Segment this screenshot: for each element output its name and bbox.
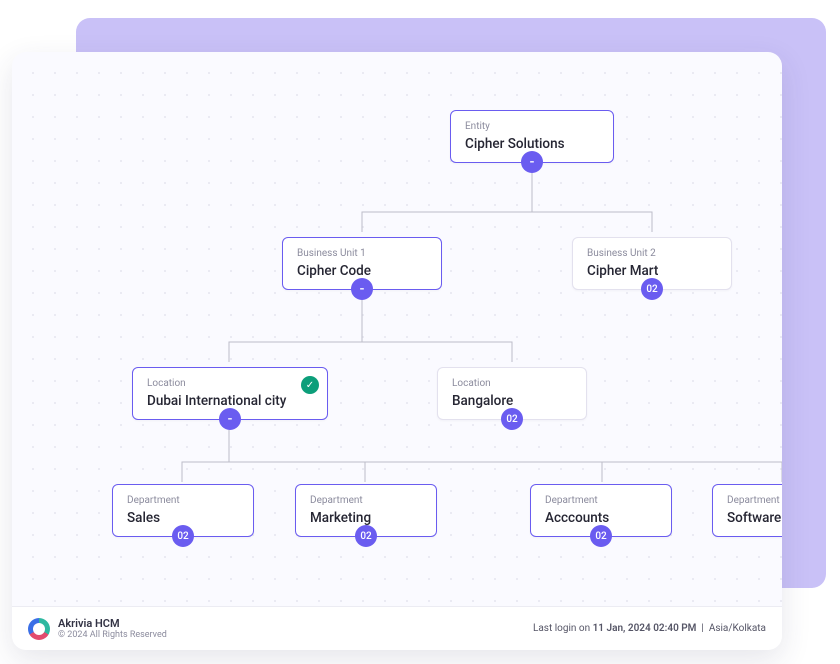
- node-type-label: Department: [127, 495, 239, 506]
- node-name-label: Bangalore: [452, 393, 572, 409]
- node-name-label: Cipher Solutions: [465, 136, 599, 152]
- node-name-label: Sales: [127, 510, 239, 526]
- timezone: Asia/Kolkata: [709, 623, 766, 634]
- node-department-accounts[interactable]: Department Acccounts 02: [530, 484, 672, 537]
- node-type-label: Department: [727, 495, 782, 506]
- node-type-label: Location: [147, 378, 313, 389]
- node-type-label: Business Unit 1: [297, 248, 427, 259]
- node-department-sales[interactable]: Department Sales 02: [112, 484, 254, 537]
- node-type-label: Location: [452, 378, 572, 389]
- last-login-value: 11 Jan, 2024 02:40 PM: [593, 623, 697, 634]
- child-count-badge[interactable]: 02: [355, 525, 377, 547]
- node-name-label: Marketing: [310, 510, 422, 526]
- collapse-toggle[interactable]: -: [351, 278, 373, 300]
- copyright-text: © 2024 All Rights Reserved: [58, 630, 167, 640]
- footer-bar: Akrivia HCM © 2024 All Rights Reserved L…: [12, 606, 782, 650]
- node-location-bangalore[interactable]: Location Bangalore 02: [437, 367, 587, 420]
- dot-grid: [12, 52, 782, 650]
- last-login-text: Last login on 11 Jan, 2024 02:40 PM | As…: [533, 623, 766, 634]
- footer-left: Akrivia HCM © 2024 All Rights Reserved: [28, 617, 167, 640]
- child-count-badge[interactable]: 02: [590, 525, 612, 547]
- node-type-label: Business Unit 2: [587, 248, 717, 259]
- node-name-label: Dubai International city: [147, 393, 313, 409]
- node-name-label: Cipher Mart: [587, 263, 717, 279]
- node-type-label: Entity: [465, 121, 599, 132]
- brand-name: Akrivia HCM: [58, 617, 167, 630]
- check-icon: ✓: [301, 376, 319, 394]
- child-count-badge[interactable]: 02: [641, 278, 663, 300]
- node-type-label: Department: [310, 495, 422, 506]
- node-location-dubai[interactable]: Location Dubai International city ✓ -: [132, 367, 328, 420]
- node-department-software[interactable]: Department Software 02: [712, 484, 782, 537]
- brand-logo-icon: [28, 618, 50, 640]
- node-type-label: Department: [545, 495, 657, 506]
- child-count-badge[interactable]: 02: [172, 525, 194, 547]
- node-business-unit-2[interactable]: Business Unit 2 Cipher Mart 02: [572, 237, 732, 290]
- org-chart-canvas[interactable]: Entity Cipher Solutions - Business Unit …: [12, 52, 782, 650]
- node-department-marketing[interactable]: Department Marketing 02: [295, 484, 437, 537]
- last-login-label: Last login on: [533, 623, 593, 634]
- node-name-label: Cipher Code: [297, 263, 427, 279]
- node-entity[interactable]: Entity Cipher Solutions -: [450, 110, 614, 163]
- child-count-badge[interactable]: 02: [501, 408, 523, 430]
- collapse-toggle[interactable]: -: [219, 408, 241, 430]
- collapse-toggle[interactable]: -: [521, 151, 543, 173]
- node-name-label: Acccounts: [545, 510, 657, 526]
- node-business-unit-1[interactable]: Business Unit 1 Cipher Code -: [282, 237, 442, 290]
- node-name-label: Software: [727, 510, 782, 526]
